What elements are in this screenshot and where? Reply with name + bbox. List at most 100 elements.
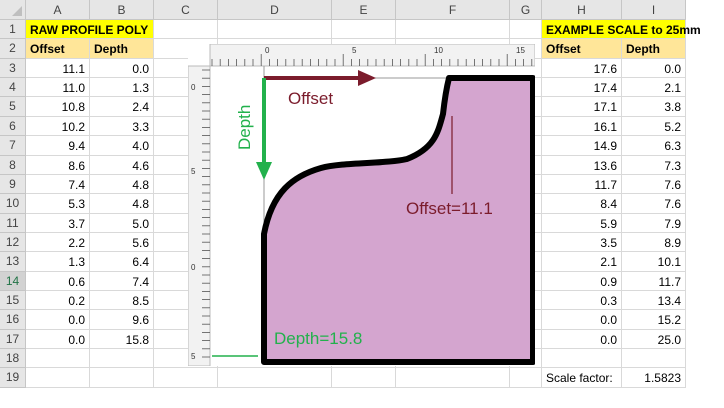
cell-c19[interactable] (154, 368, 218, 388)
cell-b19[interactable] (90, 368, 154, 388)
cell-h18[interactable] (542, 349, 622, 369)
scaled-depth-value[interactable]: 13.4 (622, 291, 686, 311)
raw-offset-value[interactable]: 1.3 (26, 252, 90, 272)
row-header-1[interactable]: 1 (0, 20, 26, 40)
row-header-16[interactable]: 16 (0, 310, 26, 330)
raw-depth-value[interactable]: 4.8 (90, 194, 154, 214)
cell-f19[interactable] (396, 368, 510, 388)
raw-depth-value[interactable]: 0.0 (90, 58, 154, 79)
scaled-offset-value[interactable]: 0.3 (542, 291, 622, 311)
scaled-depth-value[interactable]: 3.8 (622, 97, 686, 117)
scale-factor-value[interactable]: 1.5823 (622, 368, 686, 388)
raw-offset-value[interactable]: 2.2 (26, 232, 90, 253)
cell-e1[interactable] (332, 20, 396, 40)
row-header-10[interactable]: 10 (0, 194, 26, 214)
raw-depth-value[interactable]: 2.4 (90, 97, 154, 117)
raw-header-depth[interactable]: Depth (90, 39, 154, 59)
raw-offset-value[interactable]: 9.4 (26, 136, 90, 156)
column-header-c[interactable]: C (154, 0, 218, 20)
raw-offset-value[interactable]: 0.0 (26, 329, 90, 350)
row-header-3[interactable]: 3 (0, 58, 26, 79)
scaled-depth-value[interactable]: 0.0 (622, 58, 686, 79)
column-header-g[interactable]: G (510, 0, 542, 20)
row-header-19[interactable]: 19 (0, 368, 26, 388)
raw-depth-value[interactable]: 4.8 (90, 174, 154, 195)
raw-depth-value[interactable]: 4.0 (90, 136, 154, 156)
cell-d19[interactable] (218, 368, 332, 388)
raw-header-offset[interactable]: Offset (26, 39, 90, 59)
scaled-title-cell[interactable]: EXAMPLE SCALE to 25mm (542, 20, 701, 40)
scaled-offset-value[interactable]: 8.4 (542, 194, 622, 214)
scaled-offset-value[interactable]: 0.0 (542, 310, 622, 330)
cell-g19[interactable] (510, 368, 542, 388)
raw-offset-value[interactable]: 0.2 (26, 291, 90, 311)
row-header-2[interactable]: 2 (0, 39, 26, 59)
raw-offset-value[interactable]: 7.4 (26, 174, 90, 195)
scaled-offset-value[interactable]: 13.6 (542, 155, 622, 175)
raw-depth-value[interactable]: 15.8 (90, 329, 154, 350)
select-all-corner[interactable] (0, 0, 26, 20)
scaled-offset-value[interactable]: 14.9 (542, 136, 622, 156)
cell-c1[interactable] (154, 20, 218, 40)
scaled-depth-value[interactable]: 6.3 (622, 136, 686, 156)
scaled-depth-value[interactable]: 10.1 (622, 252, 686, 272)
raw-depth-value[interactable]: 4.6 (90, 155, 154, 175)
row-header-18[interactable]: 18 (0, 349, 26, 369)
column-header-e[interactable]: E (332, 0, 396, 20)
scaled-offset-value[interactable]: 11.7 (542, 174, 622, 195)
row-header-17[interactable]: 17 (0, 329, 26, 350)
cell-g1[interactable] (510, 20, 542, 40)
scaled-depth-value[interactable]: 7.6 (622, 194, 686, 214)
raw-depth-value[interactable]: 6.4 (90, 252, 154, 272)
scaled-depth-value[interactable]: 2.1 (622, 78, 686, 98)
column-header-i[interactable]: I (622, 0, 686, 20)
row-header-12[interactable]: 12 (0, 232, 26, 253)
raw-offset-value[interactable]: 10.2 (26, 116, 90, 137)
raw-depth-value[interactable]: 5.0 (90, 213, 154, 233)
raw-offset-value[interactable]: 11.1 (26, 58, 90, 79)
raw-offset-value[interactable]: 3.7 (26, 213, 90, 233)
cell-d1[interactable] (218, 20, 332, 40)
row-header-7[interactable]: 7 (0, 136, 26, 156)
raw-depth-value[interactable]: 5.6 (90, 232, 154, 253)
scaled-offset-value[interactable]: 17.6 (542, 58, 622, 79)
raw-offset-value[interactable]: 0.0 (26, 310, 90, 330)
raw-depth-value[interactable]: 7.4 (90, 271, 154, 292)
row-header-15[interactable]: 15 (0, 291, 26, 311)
row-header-13[interactable]: 13 (0, 252, 26, 272)
profile-figure[interactable]: 0 5 10 15 0 5 0 5 Offset Depth Offset=11… (187, 43, 536, 367)
cell-a18[interactable] (26, 349, 90, 369)
scaled-offset-value[interactable]: 17.1 (542, 97, 622, 117)
raw-title-cell[interactable]: RAW PROFILE POLY (26, 20, 154, 40)
scaled-depth-value[interactable]: 5.2 (622, 116, 686, 137)
scaled-header-depth[interactable]: Depth (622, 39, 686, 59)
cell-a19[interactable] (26, 368, 90, 388)
scaled-depth-value[interactable]: 11.7 (622, 271, 686, 292)
scaled-depth-value[interactable]: 7.3 (622, 155, 686, 175)
row-header-9[interactable]: 9 (0, 174, 26, 195)
scaled-header-offset[interactable]: Offset (542, 39, 622, 59)
row-header-4[interactable]: 4 (0, 78, 26, 98)
scaled-depth-value[interactable]: 8.9 (622, 232, 686, 253)
column-header-f[interactable]: F (396, 0, 510, 20)
scaled-offset-value[interactable]: 16.1 (542, 116, 622, 137)
scale-factor-label[interactable]: Scale factor: (542, 368, 622, 388)
column-header-a[interactable]: A (26, 0, 90, 20)
column-header-h[interactable]: H (542, 0, 622, 20)
scaled-offset-value[interactable]: 0.0 (542, 329, 622, 350)
raw-offset-value[interactable]: 8.6 (26, 155, 90, 175)
raw-depth-value[interactable]: 9.6 (90, 310, 154, 330)
raw-offset-value[interactable]: 11.0 (26, 78, 90, 98)
scaled-depth-value[interactable]: 25.0 (622, 329, 686, 350)
row-header-8[interactable]: 8 (0, 155, 26, 175)
cell-b18[interactable] (90, 349, 154, 369)
scaled-offset-value[interactable]: 3.5 (542, 232, 622, 253)
raw-offset-value[interactable]: 10.8 (26, 97, 90, 117)
scaled-offset-value[interactable]: 2.1 (542, 252, 622, 272)
raw-depth-value[interactable]: 1.3 (90, 78, 154, 98)
raw-offset-value[interactable]: 0.6 (26, 271, 90, 292)
cell-e19[interactable] (332, 368, 396, 388)
scaled-offset-value[interactable]: 17.4 (542, 78, 622, 98)
cell-f1[interactable] (396, 20, 510, 40)
raw-depth-value[interactable]: 3.3 (90, 116, 154, 137)
